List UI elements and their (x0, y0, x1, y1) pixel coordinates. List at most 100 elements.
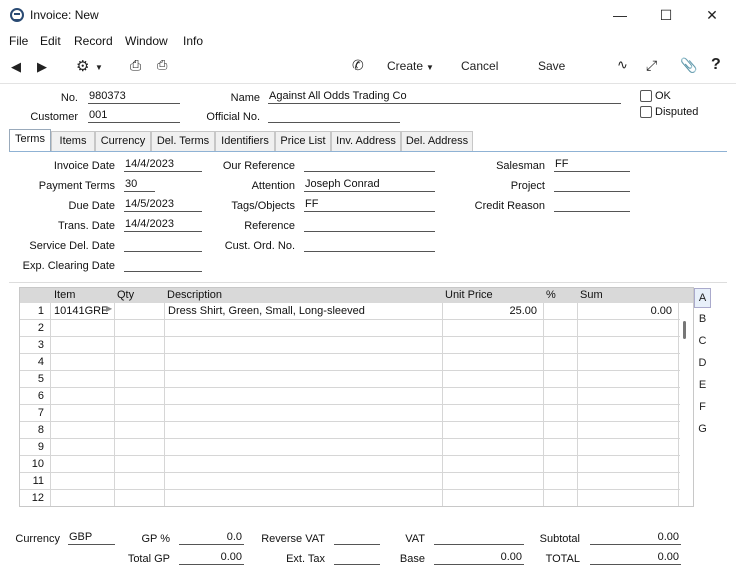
item-cell[interactable]: 10141GRE (54, 305, 112, 317)
menu-record[interactable]: Record (74, 34, 113, 48)
tags-objects-label: Tags/Objects (231, 200, 295, 212)
invoice-date-field[interactable]: 14/4/2023 (124, 158, 202, 172)
grid-header: Item Qty Description Unit Price % Sum (20, 288, 693, 303)
items-grid[interactable]: Item Qty Description Unit Price % Sum 11… (19, 287, 694, 507)
tags-objects-field[interactable]: FF (304, 198, 435, 212)
table-row[interactable]: 10 (20, 456, 680, 473)
ok-label: OK (655, 90, 671, 102)
column-header-percent[interactable]: % (546, 289, 556, 301)
ext-tax-field[interactable] (334, 551, 380, 565)
attachment-icon[interactable]: 📎 (680, 57, 697, 74)
gear-icon[interactable]: ⚙ (76, 57, 89, 75)
column-header-sum[interactable]: Sum (580, 289, 603, 301)
row-number: 4 (37, 356, 44, 368)
side-tab-b[interactable]: B (694, 310, 711, 330)
official-no-field[interactable] (268, 109, 400, 123)
reverse-vat-field[interactable] (334, 531, 380, 545)
table-row[interactable]: 1 10141GRE Dress Shirt, Green, Small, Long… (20, 303, 680, 320)
minimize-button[interactable]: — (600, 4, 640, 26)
side-tab-c[interactable]: C (694, 332, 711, 352)
cust-ord-no-field[interactable] (304, 238, 435, 252)
previous-record-icon[interactable]: ◀ (11, 59, 21, 75)
table-row[interactable]: 11 (20, 473, 680, 490)
project-field[interactable] (554, 178, 630, 192)
tab-terms[interactable]: Terms (9, 129, 51, 151)
help-icon[interactable]: ? (711, 56, 721, 74)
table-row[interactable]: 4 (20, 354, 680, 371)
disputed-checkbox[interactable] (640, 106, 652, 118)
no-field[interactable]: 980373 (88, 90, 180, 104)
tab-identifiers[interactable]: Identifiers (215, 131, 275, 151)
print-preview-icon[interactable]: ⎙ (157, 57, 167, 73)
trans-date-label: Trans. Date (57, 220, 115, 232)
column-header-unit-price[interactable]: Unit Price (445, 289, 493, 301)
row-number: 7 (37, 407, 44, 419)
side-tab-a[interactable]: A (694, 288, 711, 308)
menu-file[interactable]: File (9, 34, 28, 48)
menu-window[interactable]: Window (125, 34, 168, 48)
table-row[interactable]: 7 (20, 405, 680, 422)
create-button[interactable]: Create (387, 59, 423, 73)
maximize-button[interactable]: ☐ (646, 4, 686, 26)
table-row[interactable]: 12 (20, 490, 680, 506)
currency-field[interactable]: GBP (68, 531, 115, 545)
table-row[interactable]: 5 (20, 371, 680, 388)
grid-scrollbar[interactable] (683, 321, 686, 339)
expand-icon[interactable]: ⤢ (646, 57, 657, 74)
toolbar: ◀ ▶ ⚙ ▼ ⎙ ⎙ ✆ Create ▼ Cancel Save ∿ ⤢ 📎… (0, 53, 736, 81)
print-icon[interactable]: ⎙ (130, 57, 141, 74)
due-date-field[interactable]: 14/5/2023 (124, 198, 202, 212)
row-number: 11 (32, 475, 44, 487)
phone-icon[interactable]: ✆ (352, 57, 364, 74)
table-row[interactable]: 8 (20, 422, 680, 439)
tab-inv-address[interactable]: Inv. Address (331, 131, 401, 151)
description-cell[interactable]: Dress Shirt, Green, Small, Long-sleeved (168, 305, 438, 317)
side-tab-d[interactable]: D (694, 354, 711, 374)
tab-currency[interactable]: Currency (95, 131, 151, 151)
unit-price-cell[interactable]: 25.00 (445, 305, 537, 317)
vat-field[interactable] (434, 531, 524, 545)
tab-items[interactable]: Items (51, 131, 95, 151)
payment-terms-field[interactable]: 30 (124, 178, 155, 192)
row-number: 2 (37, 322, 44, 334)
trans-date-field[interactable]: 14/4/2023 (124, 218, 202, 232)
cancel-button[interactable]: Cancel (461, 59, 498, 73)
side-tab-e[interactable]: E (694, 376, 711, 396)
base-label: Base (399, 553, 425, 565)
tab-del-address[interactable]: Del. Address (401, 131, 473, 151)
table-row[interactable]: 2 (20, 320, 680, 337)
column-header-description[interactable]: Description (167, 289, 222, 301)
our-reference-field[interactable] (304, 158, 435, 172)
sum-cell[interactable]: 0.00 (580, 305, 672, 317)
exp-clearing-date-field[interactable] (124, 258, 202, 272)
ok-checkbox[interactable] (640, 90, 652, 102)
tab-price-list[interactable]: Price List (275, 131, 331, 151)
name-field[interactable]: Against All Odds Trading Co (268, 90, 621, 104)
credit-reason-field[interactable] (554, 198, 630, 212)
table-row[interactable]: 3 (20, 337, 680, 354)
salesman-field[interactable]: FF (554, 158, 630, 172)
column-header-item[interactable]: Item (54, 289, 75, 301)
row-number: 8 (37, 424, 44, 436)
side-tab-g[interactable]: G (694, 420, 711, 440)
table-row[interactable]: 6 (20, 388, 680, 405)
reverse-vat-label: Reverse VAT (261, 533, 325, 545)
menu-bar: File Edit Record Window Info (0, 31, 736, 51)
activity-icon[interactable]: ∿ (617, 57, 628, 73)
paste-special-icon[interactable]: ▶ (106, 304, 112, 313)
reference-field[interactable] (304, 218, 435, 232)
service-del-date-field[interactable] (124, 238, 202, 252)
side-tab-f[interactable]: F (694, 398, 711, 418)
table-row[interactable]: 9 (20, 439, 680, 456)
customer-field[interactable]: 001 (88, 109, 180, 123)
tab-del-terms[interactable]: Del. Terms (151, 131, 215, 151)
menu-info[interactable]: Info (183, 34, 203, 48)
save-button[interactable]: Save (538, 59, 565, 73)
column-header-qty[interactable]: Qty (117, 289, 134, 301)
app-logo-icon (10, 8, 24, 22)
next-record-icon[interactable]: ▶ (37, 59, 47, 75)
menu-edit[interactable]: Edit (40, 34, 61, 48)
attention-field[interactable]: Joseph Conrad (304, 178, 435, 192)
salesman-label: Salesman (496, 160, 545, 172)
close-button[interactable]: ✕ (692, 4, 732, 26)
